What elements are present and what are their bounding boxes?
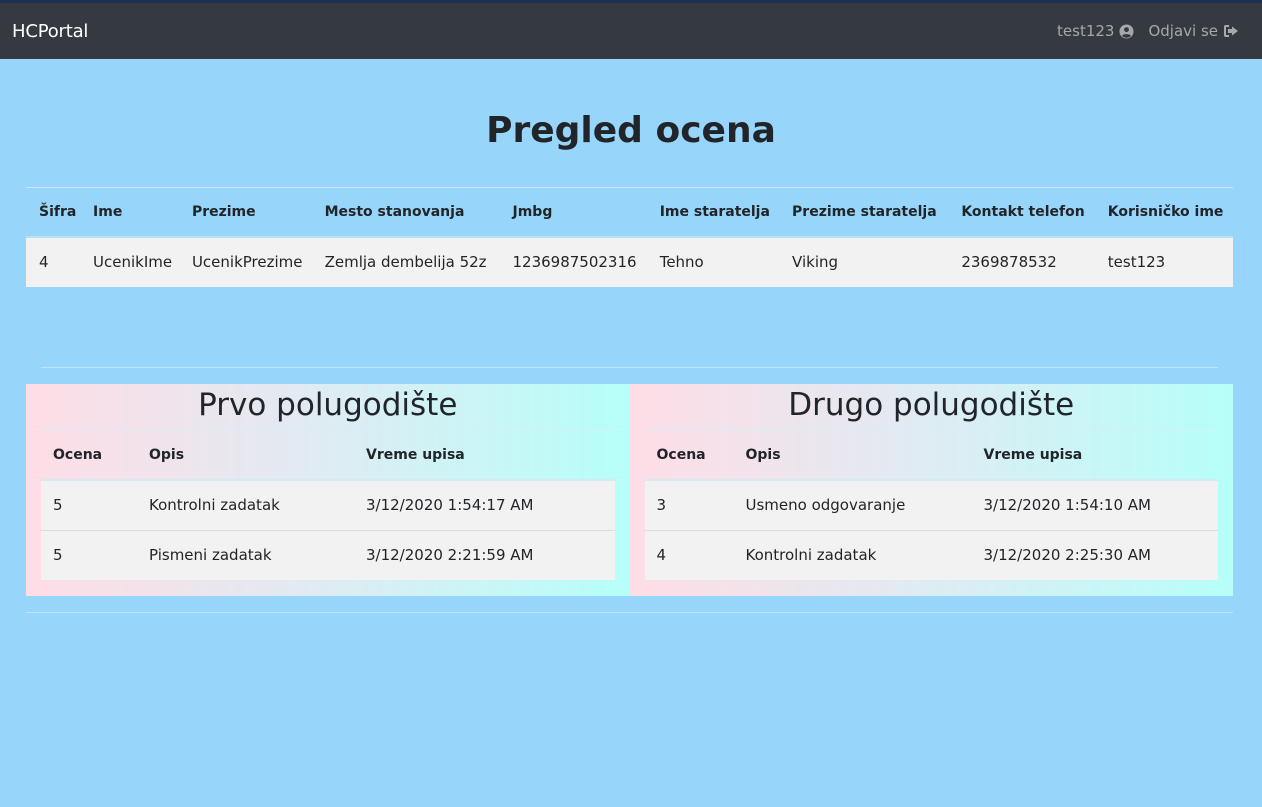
col-header-korisnicko-ime: Korisničko ime	[1094, 187, 1233, 238]
col-header-sifra: Šifra	[26, 187, 81, 238]
page-title: Pregled ocena	[486, 110, 776, 151]
semester-title: Drugo polugodište	[644, 384, 1218, 430]
col-header-ime-staratelja: Ime staratelja	[646, 187, 780, 238]
semester-panel-first: Prvo polugodište Ocena Opis Vreme upisa …	[26, 384, 630, 596]
table-row: 5 Kontrolni zadatak 3/12/2020 1:54:17 AM	[41, 480, 615, 530]
cell-vreme-upisa: 3/12/2020 1:54:10 AM	[971, 480, 1218, 530]
col-header-ime: Ime	[80, 187, 179, 238]
semester-panel-second: Drugo polugodište Ocena Opis Vreme upisa…	[629, 384, 1233, 596]
navbar: HCPortal test123 Odjavi se	[0, 3, 1262, 59]
cell-ime-staratelja: Tehno	[646, 236, 780, 287]
cell-ocena: 5	[41, 529, 137, 580]
cell-mesto: Zemlja dembelija 52z	[311, 236, 500, 287]
sign-out-icon	[1224, 25, 1238, 37]
student-info-table: Šifra Ime Prezime Mesto stanovanja Jmbg …	[26, 187, 1233, 287]
table-row: 4 UcenikIme UcenikPrezime Zemlja dembeli…	[26, 236, 1233, 287]
grades-header-row: Ocena Opis Vreme upisa	[644, 430, 1218, 481]
grades-table: Ocena Opis Vreme upisa 5 Kontrolni zadat…	[41, 430, 615, 580]
col-header-opis: Opis	[137, 430, 354, 481]
semesters-section: Prvo polugodište Ocena Opis Vreme upisa …	[26, 384, 1233, 596]
col-header-vreme-upisa: Vreme upisa	[354, 430, 615, 481]
semester-title: Prvo polugodište	[41, 384, 615, 430]
cell-opis: Usmeno odgovaranje	[733, 480, 972, 530]
table-row: 3 Usmeno odgovaranje 3/12/2020 1:54:10 A…	[644, 480, 1218, 530]
divider	[26, 612, 1233, 613]
navbar-right: test123 Odjavi se	[1057, 22, 1239, 40]
col-header-prezime: Prezime	[178, 187, 312, 238]
grades-header-row: Ocena Opis Vreme upisa	[41, 430, 615, 481]
col-header-vreme-upisa: Vreme upisa	[971, 430, 1218, 481]
username-label: test123	[1057, 22, 1115, 40]
cell-prezime-staratelja: Viking	[779, 236, 949, 287]
col-header-prezime-staratelja: Prezime staratelja	[779, 187, 949, 238]
cell-korisnicko-ime: test123	[1094, 236, 1233, 287]
table-row: 5 Pismeni zadatak 3/12/2020 2:21:59 AM	[41, 529, 615, 580]
cell-vreme-upisa: 3/12/2020 2:25:30 AM	[971, 529, 1218, 580]
logout-link[interactable]: Odjavi se	[1148, 22, 1239, 40]
col-header-opis: Opis	[733, 430, 972, 481]
grades-table: Ocena Opis Vreme upisa 3 Usmeno odgovara…	[644, 430, 1218, 580]
user-circle-icon	[1119, 23, 1134, 39]
cell-opis: Kontrolni zadatak	[137, 480, 354, 530]
divider	[41, 367, 1218, 368]
cell-opis: Kontrolni zadatak	[733, 529, 972, 580]
cell-ocena: 5	[41, 480, 137, 530]
cell-kontakt: 2369878532	[948, 236, 1095, 287]
cell-ime: UcenikIme	[80, 236, 179, 287]
cell-sifra: 4	[26, 236, 81, 287]
table-row: 4 Kontrolni zadatak 3/12/2020 2:25:30 AM	[644, 529, 1218, 580]
cell-ocena: 4	[644, 529, 734, 580]
col-header-jmbg: Jmbg	[499, 187, 647, 238]
col-header-mesto: Mesto stanovanja	[311, 187, 500, 238]
student-header-row: Šifra Ime Prezime Mesto stanovanja Jmbg …	[26, 187, 1233, 238]
logout-label: Odjavi se	[1148, 22, 1218, 40]
cell-opis: Pismeni zadatak	[137, 529, 354, 580]
brand-logo[interactable]: HCPortal	[12, 21, 88, 42]
col-header-kontakt: Kontakt telefon	[948, 187, 1095, 238]
cell-prezime: UcenikPrezime	[178, 236, 312, 287]
user-link[interactable]: test123	[1057, 22, 1134, 40]
col-header-ocena: Ocena	[41, 430, 137, 481]
col-header-ocena: Ocena	[644, 430, 734, 481]
cell-vreme-upisa: 3/12/2020 1:54:17 AM	[354, 480, 615, 530]
cell-ocena: 3	[644, 480, 734, 530]
cell-jmbg: 1236987502316	[499, 236, 647, 287]
cell-vreme-upisa: 3/12/2020 2:21:59 AM	[354, 529, 615, 580]
